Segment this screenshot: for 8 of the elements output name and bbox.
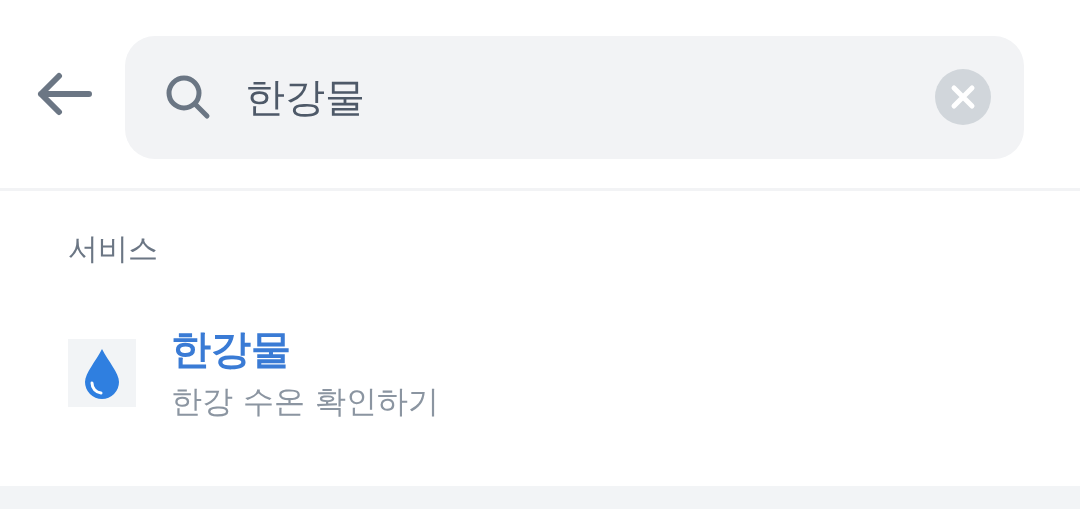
search-input[interactable]: 한강물 <box>245 74 935 120</box>
section-title: 서비스 <box>68 230 159 268</box>
search-field[interactable]: 한강물 <box>125 35 1024 159</box>
search-icon <box>165 74 211 120</box>
water-drop-icon <box>68 338 136 407</box>
service-subtitle: 한강 수온 확인하기 <box>171 382 439 421</box>
service-title[interactable]: 한강물 <box>171 322 439 377</box>
back-button[interactable] <box>35 72 93 116</box>
